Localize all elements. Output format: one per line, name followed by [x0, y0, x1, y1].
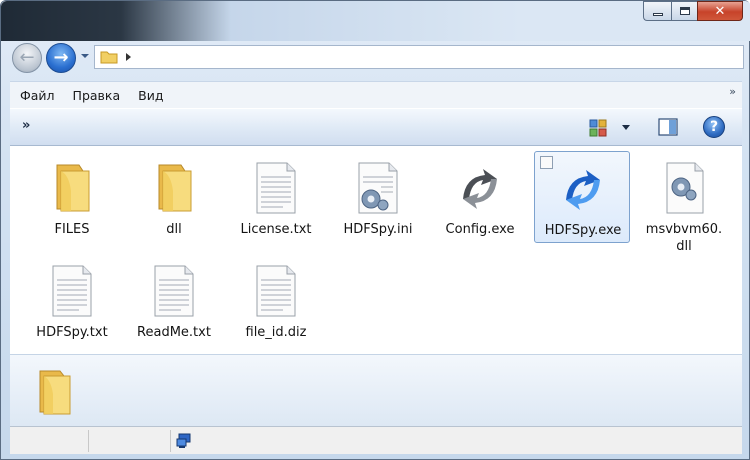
menu-edit[interactable]: Правка — [73, 88, 121, 103]
preview-pane-icon[interactable] — [658, 118, 678, 136]
details-pane — [10, 354, 742, 426]
file-name: FILES — [54, 222, 90, 237]
help-icon[interactable]: ? — [703, 116, 725, 138]
file-item-license-txt[interactable]: License.txt — [228, 151, 324, 243]
folder-icon — [39, 370, 71, 415]
file-name: License.txt — [240, 222, 312, 237]
close-icon: ✕ — [714, 3, 726, 19]
menu-view[interactable]: Вид — [138, 88, 163, 103]
status-divider — [170, 430, 171, 452]
file-item-hdfspy-txt[interactable]: HDFSpy.txt — [24, 254, 120, 346]
breadcrumb-chevron-icon[interactable] — [126, 53, 131, 61]
title-bar[interactable] — [1, 1, 750, 41]
maximize-icon — [679, 7, 690, 15]
back-arrow-icon: ← — [19, 47, 35, 68]
status-divider — [88, 430, 89, 452]
address-bar[interactable] — [94, 45, 744, 69]
menu-overflow-icon[interactable]: » — [729, 85, 736, 98]
blue-refresh-arrows-icon — [566, 170, 600, 210]
file-list: FILES dll License.txt HDFSpy.ini Config.… — [10, 146, 742, 354]
close-button[interactable]: ✕ — [697, 1, 743, 21]
folder-icon — [56, 164, 90, 212]
recent-pages-dropdown-icon[interactable] — [81, 54, 89, 58]
file-name-line: dll — [676, 239, 692, 254]
view-options-dropdown-icon[interactable] — [622, 125, 630, 130]
minimize-button[interactable] — [643, 1, 671, 21]
file-name: HDFSpy.exe — [544, 223, 622, 238]
file-item-hdfspy-ini[interactable]: HDFSpy.ini — [330, 151, 426, 243]
selection-checkbox[interactable] — [540, 156, 553, 169]
file-item-readme-txt[interactable]: ReadMe.txt — [126, 254, 222, 346]
file-name: HDFSpy.ini — [343, 222, 413, 237]
forward-arrow-icon: → — [53, 47, 69, 68]
file-item-file-id-diz[interactable]: file_id.diz — [228, 254, 324, 346]
maximize-button[interactable] — [671, 1, 697, 21]
file-item-hdfspy-exe[interactable]: HDFSpy.exe — [534, 151, 630, 243]
file-name-line: msvbvm60. — [645, 222, 723, 237]
file-name: dll — [166, 222, 182, 237]
file-name: HDFSpy.txt — [36, 325, 108, 340]
text-document-icon — [154, 265, 194, 317]
back-button[interactable]: ← — [12, 43, 42, 73]
status-bar — [10, 426, 742, 454]
caption-buttons: ✕ — [643, 1, 743, 23]
file-name: ReadMe.txt — [137, 325, 211, 340]
dll-file-icon — [666, 162, 704, 214]
forward-button[interactable]: → — [46, 43, 76, 73]
command-toolbar: » ? — [10, 108, 742, 146]
window-frame: ✕ ← → Файл Правка Вид » » ? FILES dll Li… — [0, 0, 750, 460]
folder-icon — [158, 164, 192, 212]
toolbar-overflow-icon[interactable]: » — [22, 118, 30, 133]
minimize-icon — [652, 12, 663, 16]
file-name: file_id.diz — [245, 325, 307, 340]
settings-file-icon — [358, 162, 398, 214]
network-computer-icon — [176, 433, 191, 448]
folder-icon — [100, 51, 118, 64]
file-item-msvbvm60-dll[interactable]: msvbvm60. dll — [636, 151, 732, 254]
file-item-dll-folder[interactable]: dll — [126, 151, 222, 243]
text-document-icon — [256, 265, 296, 317]
text-document-icon — [52, 265, 92, 317]
text-document-icon — [256, 162, 296, 214]
menu-bar: Файл Правка Вид » — [10, 81, 742, 108]
file-name: msvbvm60. dll — [636, 221, 732, 255]
change-view-icon[interactable] — [589, 119, 607, 137]
gray-refresh-arrows-icon — [463, 169, 497, 209]
file-item-config-exe[interactable]: Config.exe — [432, 151, 528, 243]
file-name: Config.exe — [445, 222, 515, 237]
file-item-files[interactable]: FILES — [24, 151, 120, 243]
menu-file[interactable]: Файл — [20, 88, 55, 103]
navigation-bar: ← → — [9, 40, 744, 74]
